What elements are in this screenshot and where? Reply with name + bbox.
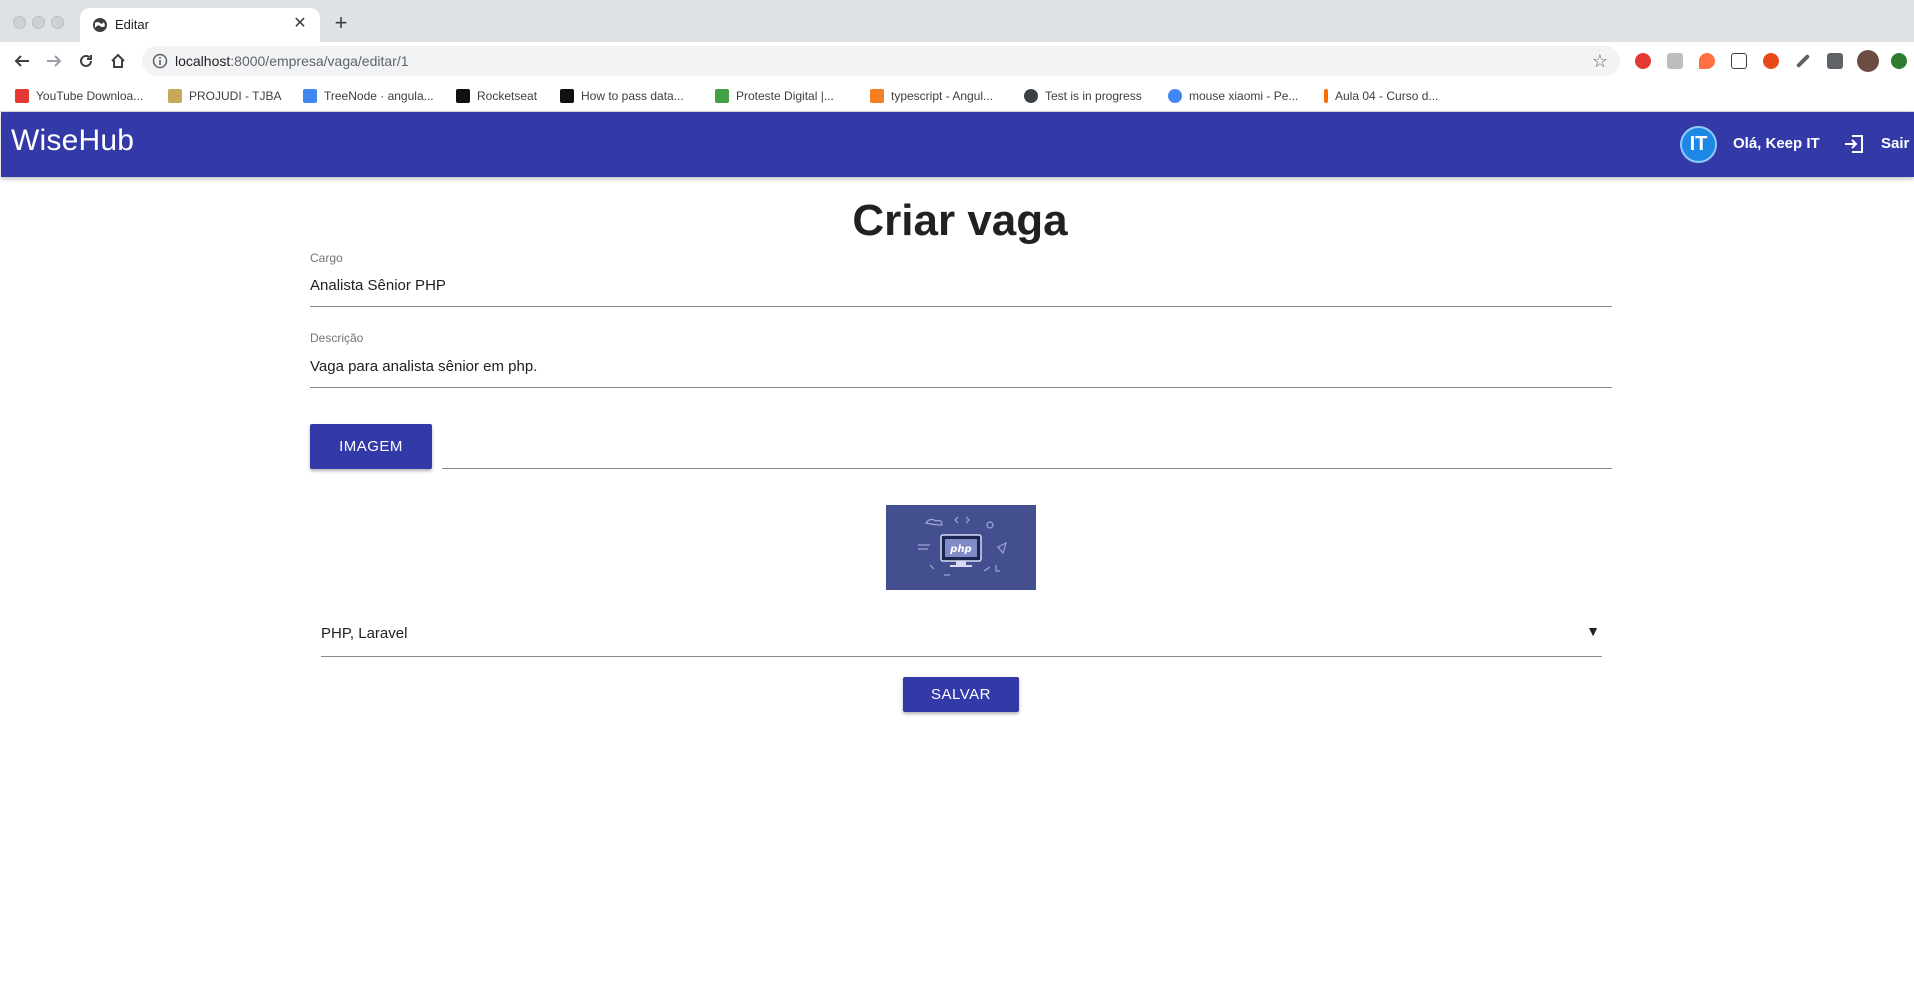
window-zoom-control[interactable] bbox=[51, 16, 64, 29]
scales-icon bbox=[168, 89, 182, 103]
google-icon bbox=[1168, 89, 1182, 103]
info-icon[interactable] bbox=[152, 53, 168, 69]
bookmarks-bar: YouTube Downloa... PROJUDI - TJBA TreeNo… bbox=[0, 80, 1914, 112]
bookmark-item[interactable]: Test is in progress bbox=[1024, 88, 1142, 104]
forward-arrow-icon[interactable] bbox=[42, 49, 66, 73]
php-logo-text: php bbox=[949, 544, 971, 555]
bookmark-item[interactable]: PROJUDI - TJBA bbox=[168, 88, 281, 104]
fire-extension-icon[interactable] bbox=[1699, 53, 1715, 69]
skills-select[interactable]: PHP, Laravel ▼ bbox=[321, 618, 1602, 656]
medium-icon bbox=[560, 89, 574, 103]
update-icon[interactable] bbox=[1891, 53, 1907, 69]
window-minimize-control[interactable] bbox=[32, 16, 45, 29]
bookmark-label: YouTube Downloa... bbox=[36, 89, 144, 103]
bookmark-label: Proteste Digital |... bbox=[736, 89, 834, 103]
bookmark-item[interactable]: Aula 04 - Curso d... bbox=[1324, 88, 1438, 104]
user-avatar[interactable]: IT bbox=[1680, 126, 1717, 163]
bookmark-label: Aula 04 - Curso d... bbox=[1335, 89, 1439, 103]
cargo-underline bbox=[310, 306, 1612, 307]
browser-toolbar: localhost:8000/empresa/vaga/editar/1 ☆ bbox=[0, 42, 1914, 80]
upload-image-button[interactable]: IMAGEM bbox=[310, 424, 432, 469]
chevrons-icon bbox=[715, 89, 729, 103]
bookmark-label: How to pass data... bbox=[581, 89, 684, 103]
url-host: localhost bbox=[175, 53, 231, 69]
descricao-label: Descrição bbox=[310, 331, 364, 345]
flame-icon bbox=[1324, 89, 1328, 103]
globe-icon bbox=[1024, 89, 1038, 103]
bookmark-label: typescript - Angul... bbox=[891, 89, 994, 103]
window-close-control[interactable] bbox=[13, 16, 26, 29]
puzzle-extensions-icon[interactable] bbox=[1827, 53, 1843, 69]
url-path: :8000/empresa/vaga/editar/1 bbox=[230, 53, 409, 69]
dropdown-arrow-icon[interactable]: ▼ bbox=[1586, 623, 1600, 639]
bookmark-item[interactable]: YouTube Downloa... bbox=[15, 88, 143, 104]
bookmark-item[interactable]: How to pass data... bbox=[560, 88, 684, 104]
bookmark-item[interactable]: TreeNode · angula... bbox=[303, 88, 434, 104]
reload-icon[interactable] bbox=[74, 49, 98, 73]
close-tab-icon[interactable]: ✕ bbox=[290, 14, 310, 34]
job-image-preview: php bbox=[886, 505, 1036, 590]
bookmark-star-icon[interactable]: ☆ bbox=[1590, 51, 1610, 71]
network-extension-icon[interactable] bbox=[1763, 53, 1779, 69]
user-greeting: Olá, Keep IT bbox=[1733, 135, 1820, 152]
descricao-input[interactable] bbox=[310, 355, 1612, 377]
browser-tab-strip: Editar ✕ + bbox=[0, 0, 1914, 42]
bookmark-label: Test is in progress bbox=[1045, 89, 1142, 103]
logout-link[interactable]: Sair bbox=[1881, 135, 1909, 152]
bookmark-label: TreeNode · angula... bbox=[324, 89, 434, 103]
php-illustration: php bbox=[886, 505, 1036, 590]
bookmark-label: mouse xiaomi - Pe... bbox=[1189, 89, 1299, 103]
cargo-input[interactable] bbox=[310, 274, 1612, 296]
back-arrow-icon[interactable] bbox=[10, 49, 34, 73]
skills-selected-value: PHP, Laravel bbox=[321, 625, 408, 642]
bookmark-item[interactable]: Rocketseat bbox=[456, 88, 537, 104]
book-icon bbox=[303, 89, 317, 103]
brand-logo[interactable]: WiseHub bbox=[11, 124, 134, 158]
skills-underline bbox=[321, 656, 1602, 657]
address-bar[interactable]: localhost:8000/empresa/vaga/editar/1 ☆ bbox=[142, 46, 1620, 76]
bookmark-label: PROJUDI - TJBA bbox=[189, 89, 282, 103]
logout-icon[interactable] bbox=[1843, 133, 1865, 155]
download-icon bbox=[15, 89, 29, 103]
image-path-field[interactable] bbox=[442, 468, 1612, 469]
stackoverflow-icon bbox=[870, 89, 884, 103]
rocketseat-icon bbox=[456, 89, 470, 103]
app-header: WiseHub IT Olá, Keep IT Sair bbox=[1, 112, 1914, 177]
bookmark-item[interactable]: mouse xiaomi - Pe... bbox=[1168, 88, 1298, 104]
cargo-label: Cargo bbox=[310, 251, 343, 265]
descricao-underline bbox=[310, 387, 1612, 388]
save-button[interactable]: SALVAR bbox=[903, 677, 1019, 712]
json-extension-icon[interactable] bbox=[1731, 53, 1747, 69]
browser-tab[interactable]: Editar ✕ bbox=[80, 8, 320, 42]
s-extension-icon[interactable] bbox=[1667, 53, 1683, 69]
eyedropper-extension-icon[interactable] bbox=[1795, 53, 1811, 69]
new-tab-button[interactable]: + bbox=[330, 12, 352, 35]
bookmark-item[interactable]: typescript - Angul... bbox=[870, 88, 993, 104]
page-title: Criar vaga bbox=[852, 196, 1068, 245]
adblock-extension-icon[interactable] bbox=[1635, 53, 1651, 69]
url-text: localhost:8000/empresa/vaga/editar/1 bbox=[175, 53, 409, 69]
tab-title: Editar bbox=[115, 17, 149, 32]
bookmark-label: Rocketseat bbox=[477, 89, 538, 103]
bookmark-item[interactable]: Proteste Digital |... bbox=[715, 88, 834, 104]
home-icon[interactable] bbox=[106, 49, 130, 73]
globe-icon bbox=[93, 18, 107, 32]
profile-avatar[interactable] bbox=[1857, 50, 1879, 72]
